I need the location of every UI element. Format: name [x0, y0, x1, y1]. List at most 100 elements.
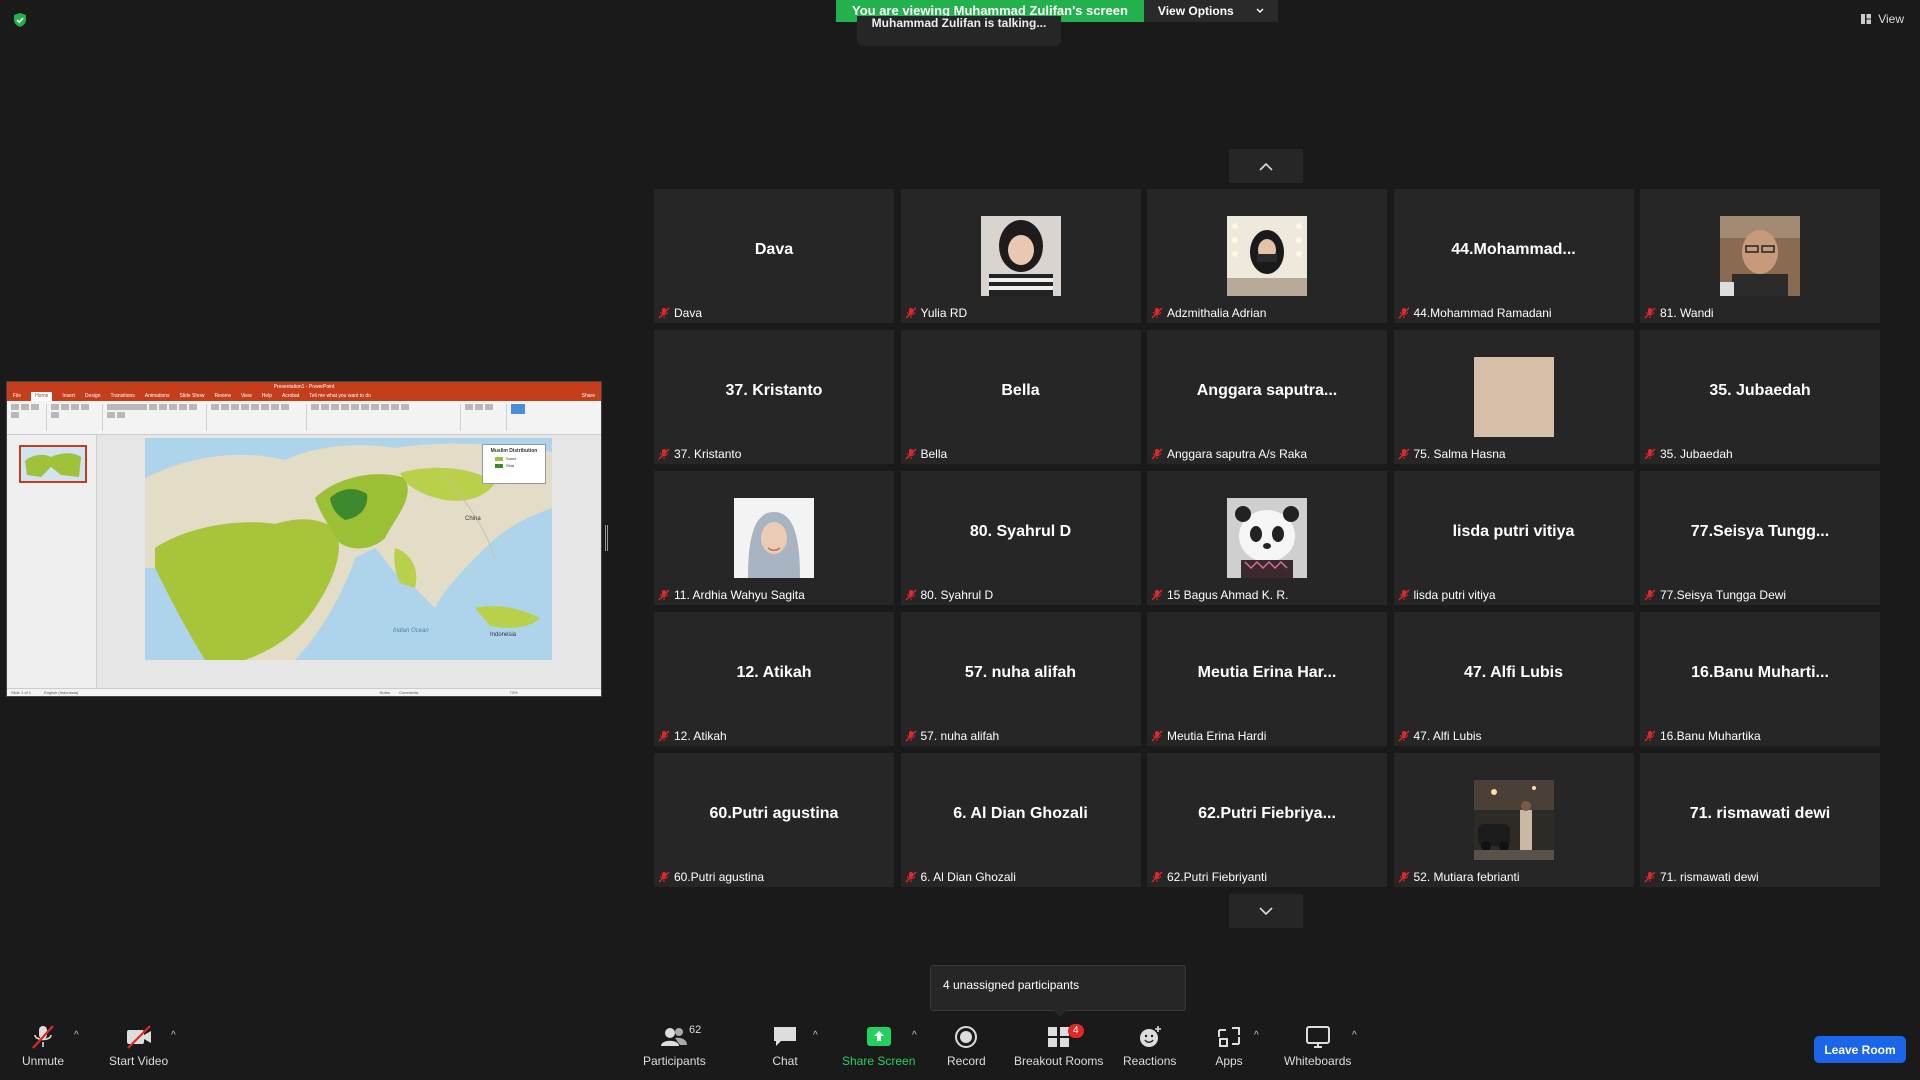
view-layout-button[interactable]: View [1860, 12, 1904, 26]
participant-tile[interactable]: Meutia Erina Har... Meutia Erina Hardi [1147, 612, 1387, 746]
microphone-muted-icon [1398, 730, 1409, 742]
unassigned-participants-text: 4 unassigned participants [943, 978, 1080, 992]
breakout-rooms-button[interactable]: 4 Breakout Rooms [1014, 1024, 1103, 1068]
participant-display-name: 16.Banu Muharti... [1691, 664, 1829, 681]
record-button[interactable]: Record [947, 1024, 986, 1068]
participant-video-image [1473, 780, 1554, 860]
participant-tile[interactable]: 60.Putri agustina 60.Putri agustina [654, 753, 894, 887]
microphone-muted-icon [1398, 871, 1409, 883]
participant-tile[interactable]: 75. Salma Hasna [1393, 330, 1634, 464]
whiteboard-icon [1305, 1026, 1330, 1048]
participant-name: 75. Salma Hasna [1413, 447, 1506, 461]
microphone-muted-icon [1644, 730, 1656, 742]
participant-name-label: 37. Kristanto [658, 447, 741, 461]
microphone-muted-icon [1644, 448, 1656, 460]
microphone-muted-icon [658, 871, 670, 883]
chat-button[interactable]: Chat [771, 1024, 799, 1068]
share-options-caret[interactable]: ^ [912, 1030, 917, 1041]
slide-thumbnail[interactable] [19, 445, 87, 483]
participant-tile[interactable]: Adzmithalia Adrian [1147, 189, 1387, 323]
view-options-button[interactable]: View Options [1143, 0, 1278, 22]
split-view-handle[interactable] [605, 525, 608, 551]
start-video-button[interactable]: Start Video [109, 1024, 168, 1068]
participant-name-label: 75. Salma Hasna [1398, 447, 1506, 461]
microphone-muted-icon [905, 730, 916, 742]
security-shield-icon[interactable] [12, 12, 28, 28]
microphone-muted-icon [1151, 448, 1163, 460]
map-label: Indian Ocean [393, 628, 429, 634]
participant-name: Yulia RD [920, 306, 968, 320]
participant-name-label: 6. Al Dian Ghozali [905, 870, 1016, 884]
audio-options-caret[interactable]: ^ [74, 1030, 79, 1041]
participant-tile[interactable]: 62.Putri Fiebriya... 62.Putri Fiebriyanti [1147, 753, 1387, 887]
participant-tile[interactable]: 71. rismawati dewi 71. rismawati dewi [1640, 753, 1880, 887]
participant-tile[interactable]: 15 Bagus Ahmad K. R. [1147, 471, 1387, 605]
ppt-tab: File [13, 393, 22, 399]
participant-name-label: 35. Jubaedah [1644, 447, 1733, 461]
participant-name: 52. Mutiara febrianti [1413, 870, 1520, 884]
microphone-muted-icon [1644, 307, 1656, 319]
participant-display-name: 77.Seisya Tungg... [1690, 523, 1830, 540]
chat-options-caret[interactable]: ^ [813, 1030, 818, 1041]
apps-button[interactable]: Apps [1215, 1024, 1243, 1068]
ppt-tab: View [240, 393, 252, 399]
participant-tile[interactable]: 35. Jubaedah 35. Jubaedah [1640, 330, 1880, 464]
participant-tile[interactable]: lisda putri vitiya lisda putri vitiya [1393, 471, 1634, 605]
participant-video-image [1227, 216, 1307, 296]
participant-tile[interactable]: Bella Bella [900, 330, 1141, 464]
apps-icon [1218, 1027, 1240, 1047]
participant-name-label: 57. nuha alifah [905, 729, 999, 743]
microphone-muted-icon [1151, 307, 1163, 319]
unassigned-participants-tooltip[interactable]: 4 unassigned participants [930, 965, 1186, 1017]
participants-icon [661, 1028, 688, 1046]
leave-room-button[interactable]: Leave Room [1814, 1036, 1906, 1063]
meeting-toolbar: Unmute ^ Start Video ^ 62 Participants C… [0, 1018, 1920, 1080]
gallery-scroll-up-button[interactable] [1229, 149, 1303, 183]
legend-item: Shia [495, 463, 545, 468]
whiteboards-options-caret[interactable]: ^ [1352, 1030, 1357, 1041]
legend-title: Muslim Distribution [490, 448, 538, 454]
participant-tile[interactable]: 57. nuha alifah 57. nuha alifah [900, 612, 1141, 746]
participant-tile[interactable]: 52. Mutiara febrianti [1393, 753, 1634, 887]
microphone-muted-icon [905, 589, 916, 601]
whiteboards-button[interactable]: Whiteboards [1284, 1024, 1351, 1068]
participant-video-image [980, 216, 1061, 296]
participants-button[interactable]: 62 Participants [643, 1024, 706, 1068]
participant-tile[interactable]: 11. Ardhia Wahyu Sagita [654, 471, 894, 605]
gallery-scroll-down-button[interactable] [1229, 894, 1303, 928]
participant-tile[interactable]: 16.Banu Muharti... 16.Banu Muhartika [1640, 612, 1880, 746]
participant-display-name: 60.Putri agustina [709, 805, 839, 822]
participant-name-label: Dava [658, 306, 702, 320]
participants-count: 62 [689, 1024, 702, 1036]
record-icon [955, 1026, 978, 1048]
participant-tile[interactable]: 44.Mohammad... 44.Mohammad Ramadani [1393, 189, 1634, 323]
shared-screen[interactable]: Presentation1 - PowerPoint File Home Ins… [6, 381, 602, 697]
ppt-ribbon [7, 401, 601, 435]
participant-name: lisda putri vitiya [1413, 588, 1496, 602]
reactions-button[interactable]: Reactions [1123, 1024, 1176, 1068]
participant-name: 6. Al Dian Ghozali [920, 870, 1016, 884]
share-screen-button[interactable]: Share Screen [842, 1024, 915, 1068]
slide-canvas[interactable]: China Indian Ocean Indonesia Muslim Dist… [145, 438, 552, 660]
participant-tile[interactable]: 12. Atikah 12. Atikah [654, 612, 894, 746]
map-legend: Muslim Distribution Sunni Shia [482, 444, 546, 484]
participant-video-image [1473, 357, 1554, 437]
participant-display-name: Anggara saputra... [1196, 382, 1338, 399]
participant-tile[interactable]: 77.Seisya Tungg... 77.Seisya Tungga Dewi [1640, 471, 1880, 605]
participant-tile[interactable]: Anggara saputra... Anggara saputra A/s Ra… [1147, 330, 1387, 464]
video-options-caret[interactable]: ^ [171, 1030, 176, 1041]
participant-tile[interactable]: 81. Wandi [1640, 189, 1880, 323]
apps-options-caret[interactable]: ^ [1254, 1030, 1259, 1041]
microphone-muted-icon [1398, 448, 1409, 460]
microphone-muted-icon [1151, 589, 1163, 601]
language-label: English (Indonesia) [44, 690, 79, 695]
participant-tile[interactable]: 6. Al Dian Ghozali 6. Al Dian Ghozali [900, 753, 1141, 887]
participant-tile[interactable]: Dava Dava [654, 189, 894, 323]
apps-label: Apps [1215, 1054, 1243, 1068]
participant-tile[interactable]: 47. Alfi Lubis 47. Alfi Lubis [1393, 612, 1634, 746]
unmute-button[interactable]: Unmute [22, 1024, 64, 1068]
participant-tile[interactable]: 80. Syahrul D 80. Syahrul D [900, 471, 1141, 605]
participant-tile[interactable]: Yulia RD [900, 189, 1141, 323]
participant-name-label: 62.Putri Fiebriyanti [1151, 870, 1267, 884]
participant-tile[interactable]: 37. Kristanto 37. Kristanto [654, 330, 894, 464]
